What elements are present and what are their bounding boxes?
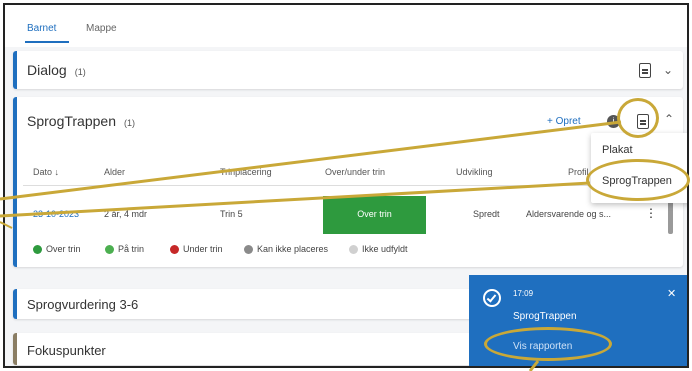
row-over-under: Over trin (357, 209, 392, 219)
legend-label: På trin (118, 244, 145, 254)
app-frame: Barnet Mappe Dialog (1) ⌄ SprogTrappen (1)… (3, 3, 689, 368)
over-under-cell: Over trin (323, 196, 426, 234)
document-icon[interactable] (639, 63, 651, 78)
tab-bar: Barnet Mappe (5, 5, 687, 47)
row-profile: Aldersvarende og s... (526, 209, 612, 219)
legend-ikke-udfyldt: Ikke udfyldt (349, 244, 408, 254)
add-button[interactable]: + Opret (547, 116, 581, 127)
fokuspunkter-title: Fokuspunkter (27, 343, 106, 358)
column-header-over-under: Over/under trin (325, 167, 386, 177)
more-options-icon[interactable]: ⋮ (645, 206, 657, 220)
legend-over-trin: Over trin (33, 244, 81, 254)
column-header-alder: Alder (104, 167, 126, 177)
divider (23, 185, 673, 186)
column-header-udvikling: Udvikling (456, 167, 493, 177)
legend-paa-trin: På trin (105, 244, 144, 254)
toast-time: 17:09 (513, 289, 534, 298)
sprogvurdering-title: Sprogvurdering 3-6 (27, 297, 139, 312)
legend-label: Ikke udfyldt (362, 244, 408, 254)
tab-mappe[interactable]: Mappe (86, 23, 117, 34)
legend-under-trin: Under trin (170, 244, 223, 254)
active-tab-indicator (25, 41, 69, 43)
legend-label: Under trin (183, 244, 223, 254)
card-title: Dialog (1) (27, 62, 86, 78)
highlight-ring-menu-item (586, 159, 690, 201)
sprogtrappen-title: SprogTrappen (27, 113, 116, 129)
card-accent-bar (13, 97, 17, 267)
column-header-profil: Profil (568, 167, 589, 177)
check-mark (486, 292, 497, 303)
column-header-trinplacering: Trinplacering (220, 167, 272, 177)
chevron-down-icon[interactable]: ⌄ (663, 63, 673, 77)
card-title: SprogTrappen (1) (27, 113, 135, 129)
tab-barnet[interactable]: Barnet (27, 23, 56, 34)
dialog-title: Dialog (27, 62, 67, 78)
toast-title: SprogTrappen (513, 311, 577, 322)
card-accent-bar (13, 51, 17, 89)
legend-dot (244, 244, 253, 254)
highlight-ring-document (617, 98, 659, 138)
dialog-count: (1) (74, 67, 86, 77)
legend-label: Kan ikke placeres (257, 244, 329, 254)
legend-dot (349, 244, 358, 254)
legend-kan-ikke-placeres: Kan ikke placeres (244, 244, 328, 254)
legend-dot (33, 244, 42, 254)
dialog-card[interactable]: Dialog (1) ⌄ (13, 51, 683, 89)
sprogtrappen-card: SprogTrappen (1) + Opret i ⌃ Dato ↓ Alder… (13, 97, 683, 267)
column-header-dato[interactable]: Dato ↓ (33, 167, 59, 177)
row-development: Spredt (473, 209, 500, 219)
check-circle-icon (483, 289, 501, 307)
card-accent-bar (13, 333, 17, 365)
close-icon[interactable]: ✕ (667, 287, 676, 300)
legend-label: Over trin (46, 244, 81, 254)
legend-dot (170, 244, 179, 254)
row-step: Trin 5 (220, 209, 243, 219)
sprogtrappen-count: (1) (123, 118, 135, 128)
card-accent-bar (13, 289, 17, 319)
menu-item-plakat[interactable]: Plakat (602, 144, 633, 156)
chevron-up-icon[interactable]: ⌃ (664, 112, 674, 126)
row-date-link[interactable]: 23-10-2023 (33, 209, 79, 219)
row-age: 2 år, 4 mdr (104, 209, 148, 219)
highlight-ring-toast-link (484, 327, 612, 361)
legend-dot (105, 244, 114, 254)
